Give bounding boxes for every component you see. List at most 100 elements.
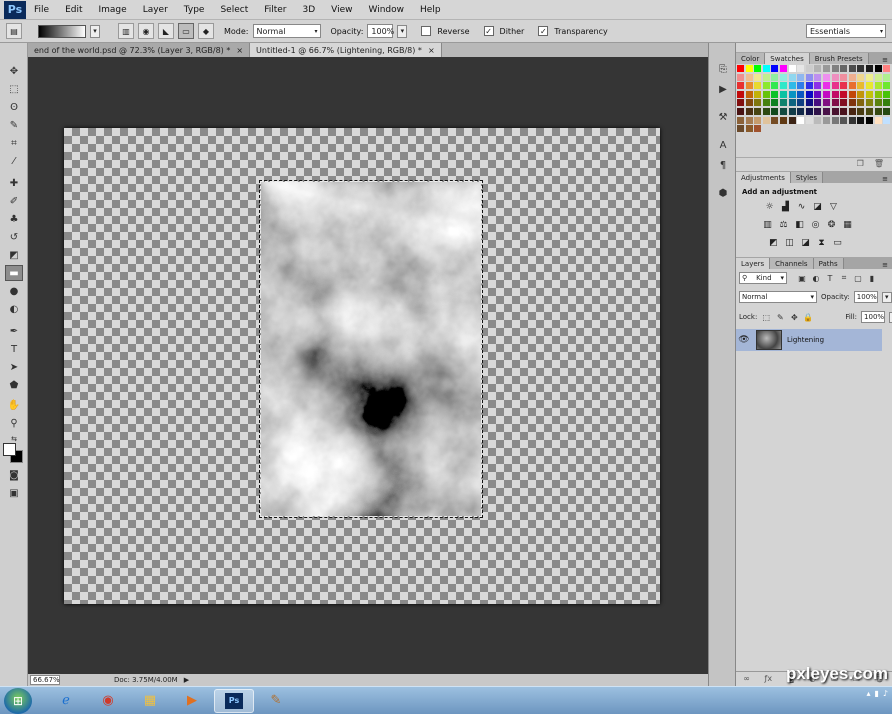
color-swatch[interactable] (831, 116, 840, 125)
menu-view[interactable]: View (323, 5, 360, 15)
quick-mask-icon[interactable]: ◙ (5, 467, 23, 483)
panel-menu-icon[interactable]: ≡ (882, 56, 888, 64)
layer-opacity-input[interactable]: 100% (853, 291, 878, 303)
workspace-select[interactable]: Essentials ▾ (806, 24, 886, 38)
color-swatch[interactable] (745, 125, 754, 134)
color-swatch[interactable] (762, 116, 771, 125)
color-swatch[interactable] (805, 73, 814, 82)
color-swatch[interactable] (831, 99, 840, 108)
color-swatch[interactable] (788, 65, 797, 73)
color-swatch[interactable] (840, 99, 849, 108)
pen-tool-icon[interactable]: ✒ (5, 323, 23, 339)
color-swatch[interactable] (848, 90, 857, 99)
color-swatch[interactable] (737, 73, 745, 82)
color-swatch[interactable] (874, 116, 883, 125)
color-swatch[interactable] (780, 90, 788, 99)
color-swatch[interactable] (771, 108, 780, 116)
color-swatch[interactable] (754, 82, 763, 91)
color-swatch[interactable] (883, 116, 892, 125)
color-swatch[interactable] (771, 116, 780, 125)
tab-end-of-the-world[interactable]: end of the world.psd @ 72.3% (Layer 3, R… (28, 43, 251, 57)
color-swatch[interactable] (857, 73, 866, 82)
posterize-icon[interactable]: ◫ (784, 237, 795, 248)
panel-menu-icon[interactable]: ≡ (882, 175, 888, 183)
color-swatch[interactable] (737, 90, 745, 99)
color-swatch[interactable] (788, 108, 797, 116)
color-swatch[interactable] (848, 99, 857, 108)
shape-filter-icon[interactable]: ⌗ (839, 273, 849, 283)
menu-image[interactable]: Image (91, 5, 135, 15)
color-swatch[interactable] (866, 99, 874, 108)
kind-filter-select[interactable]: ⚲ Kind ▾ (739, 272, 787, 284)
color-swatch[interactable] (788, 82, 797, 91)
tab-channels[interactable]: Channels (770, 258, 814, 269)
crop-tool-icon[interactable]: ⌗ (5, 135, 23, 151)
color-swatch[interactable] (737, 99, 745, 108)
color-swatch[interactable] (857, 108, 866, 116)
smart-object-filter-icon[interactable]: ▢ (853, 273, 863, 283)
color-swatch[interactable] (797, 73, 806, 82)
color-swatch[interactable] (797, 116, 806, 125)
selective-color-icon[interactable]: ⧗ (816, 237, 827, 248)
panel-menu-icon[interactable]: ≡ (882, 261, 888, 269)
pixel-filter-icon[interactable]: ▣ (797, 273, 807, 283)
color-swatch[interactable] (737, 125, 745, 134)
color-swatch[interactable] (857, 116, 866, 125)
clone-stamp-tool-icon[interactable]: ♣ (5, 211, 23, 227)
new-swatch-icon[interactable]: ❐ (857, 159, 864, 168)
color-swatch[interactable] (805, 90, 814, 99)
healing-brush-tool-icon[interactable]: ✚ (5, 175, 23, 191)
color-swatch[interactable] (848, 116, 857, 125)
channel-mixer-icon[interactable]: ❂ (826, 219, 837, 230)
color-swatch[interactable] (840, 82, 849, 91)
layer-opacity-arrow-icon[interactable]: ▾ (881, 291, 892, 303)
filter-toggle-icon[interactable]: ▮ (867, 273, 877, 283)
color-swatch[interactable] (805, 99, 814, 108)
color-swatch[interactable] (840, 65, 849, 73)
color-swatch[interactable] (866, 116, 874, 125)
color-swatch[interactable] (745, 82, 754, 91)
color-swatch[interactable] (866, 73, 874, 82)
eyedropper-tool-icon[interactable]: ⁄ (5, 153, 23, 169)
color-swatch[interactable] (745, 108, 754, 116)
color-swatch[interactable] (754, 73, 763, 82)
fx-icon[interactable]: ƒx (765, 674, 773, 683)
threshold-icon[interactable]: ◪ (800, 237, 811, 248)
lock-position-icon[interactable]: ✥ (789, 312, 799, 322)
status-menu-arrow-icon[interactable]: ▶ (184, 676, 189, 684)
dodge-tool-icon[interactable]: ◐ (5, 301, 23, 317)
color-swatch[interactable] (754, 99, 763, 108)
color-swatch[interactable] (754, 90, 763, 99)
tab-layers[interactable]: Layers (736, 258, 771, 269)
color-swatch[interactable] (823, 116, 831, 125)
color-swatch[interactable] (840, 90, 849, 99)
chrome-icon[interactable]: ◉ (88, 689, 128, 713)
color-swatch[interactable] (840, 73, 849, 82)
menu-file[interactable]: File (26, 5, 57, 15)
radial-gradient-icon[interactable]: ◉ (138, 23, 154, 39)
lock-transparent-icon[interactable]: ⬚ (761, 312, 771, 322)
color-swatch[interactable] (874, 73, 883, 82)
color-swatch[interactable] (737, 108, 745, 116)
color-swatch[interactable] (762, 82, 771, 91)
color-swatch[interactable] (883, 82, 892, 91)
color-swatch[interactable] (745, 65, 754, 73)
canvas-workspace[interactable] (28, 57, 708, 674)
color-swatch[interactable] (805, 116, 814, 125)
eraser-tool-icon[interactable]: ◩ (5, 247, 23, 263)
color-swatch[interactable] (745, 116, 754, 125)
color-swatch[interactable] (762, 108, 771, 116)
explorer-icon[interactable]: ▦ (130, 689, 170, 713)
history-brush-tool-icon[interactable]: ↺ (5, 229, 23, 245)
color-swatch[interactable] (866, 108, 874, 116)
close-icon[interactable]: × (236, 46, 243, 55)
color-lookup-icon[interactable]: ▦ (842, 219, 853, 230)
color-swatch[interactable] (857, 82, 866, 91)
color-swatch[interactable] (848, 108, 857, 116)
gradient-tool-icon[interactable]: ▬ (5, 265, 23, 281)
color-balance-icon[interactable]: ⚖ (778, 219, 789, 230)
tab-swatches[interactable]: Swatches (765, 53, 810, 64)
color-swatch[interactable] (814, 73, 823, 82)
gradient-map-icon[interactable]: ▭ (832, 237, 843, 248)
color-swatch[interactable] (745, 90, 754, 99)
